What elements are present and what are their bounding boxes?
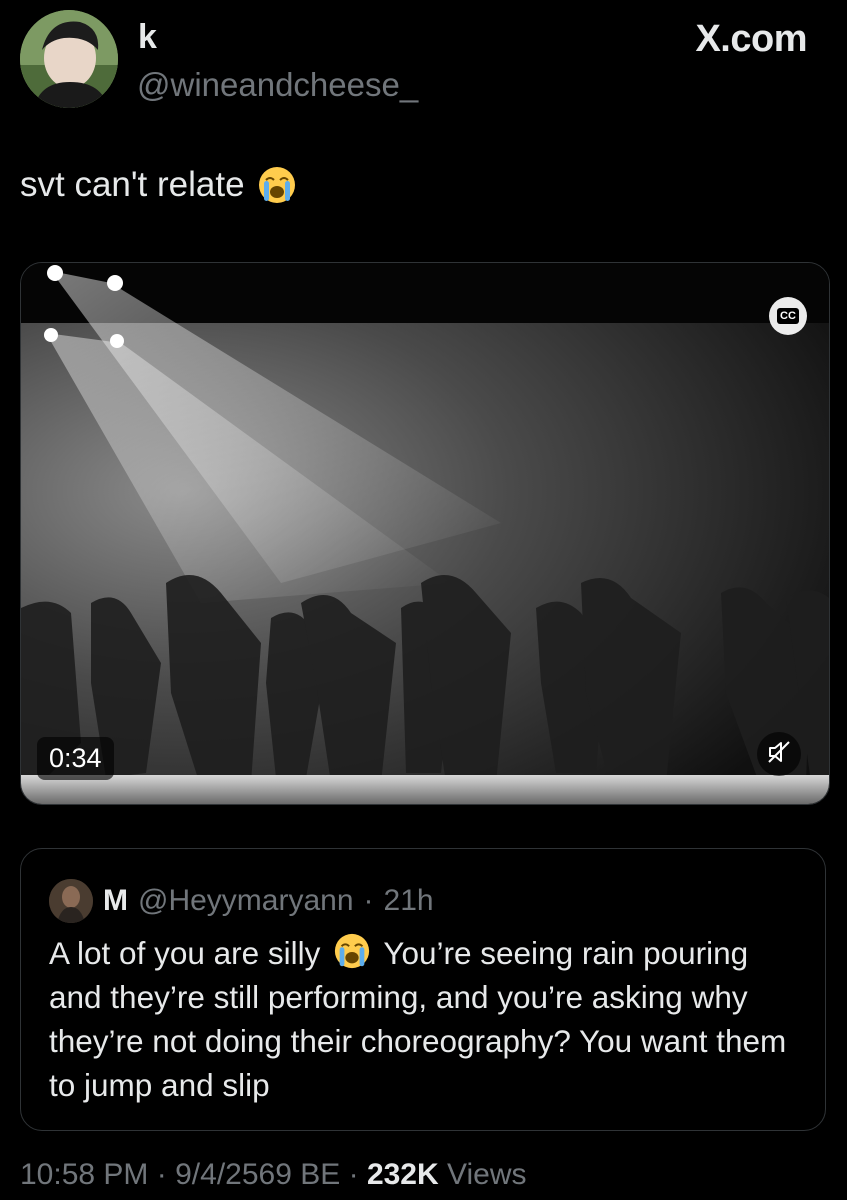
tweet-text: svt can't relate [20,165,297,205]
video-player[interactable]: CC 0:34 [20,262,830,805]
captions-label: CC [777,308,799,324]
video-duration: 0:34 [37,737,114,780]
mute-button[interactable] [757,732,801,776]
views-count[interactable]: 232K [367,1158,439,1191]
quoted-author-avatar[interactable] [49,879,93,923]
quoted-author-handle[interactable]: @Heyymaryann [138,884,354,918]
captions-button[interactable]: CC [769,297,807,335]
views-label: Views [447,1158,527,1191]
tweet-meta: 10:58 PM · 9/4/2569 BE · 232K Views [20,1158,526,1192]
quoted-author-name[interactable]: M [103,884,128,918]
tweet-header: k @wineandcheese_ X.com [0,0,847,130]
tweet-text-content: svt can't relate [20,165,245,204]
quoted-text-part-1: A lot of you are silly [49,935,321,971]
loudly-crying-face-icon [257,165,297,205]
tweet-date[interactable]: 9/4/2569 BE [175,1158,340,1191]
speaker-muted-icon [766,739,792,770]
quoted-tweet-header: M @Heyymaryann · 21h [49,879,434,923]
quoted-tweet-time[interactable]: 21h [384,884,434,918]
tweet-time[interactable]: 10:58 PM [20,1158,148,1191]
author-display-name[interactable]: k [138,18,157,57]
separator-dot: · [156,1158,167,1191]
video-thumbnail [21,263,829,804]
author-avatar[interactable] [20,10,118,108]
author-handle[interactable]: @wineandcheese_ [137,66,418,104]
quoted-tweet[interactable]: M @Heyymaryann · 21h A lot of you are si… [20,848,826,1131]
loudly-crying-face-icon [333,932,371,970]
separator-dot: · [363,884,374,917]
separator-dot: · [348,1158,359,1191]
x-brand-logo: X.com [695,18,807,60]
quoted-tweet-text: A lot of you are silly You’re seeing rai… [49,931,809,1107]
